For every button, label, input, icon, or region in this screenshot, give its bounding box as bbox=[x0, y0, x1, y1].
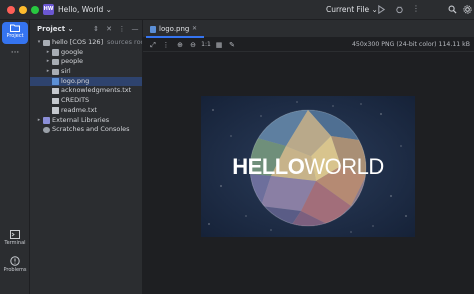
image-info: 450x300 PNG (24-bit color) 114.11 kB bbox=[352, 41, 470, 48]
zoom-in-icon[interactable]: ⊕ bbox=[175, 40, 185, 50]
zoom-window-button[interactable] bbox=[31, 6, 39, 14]
tree-item-label: google bbox=[61, 47, 84, 56]
chevron-right-icon[interactable]: ▸ bbox=[45, 67, 51, 77]
fit-to-window-icon[interactable]: ⤢ bbox=[148, 40, 158, 50]
debug-icon[interactable] bbox=[393, 3, 405, 15]
text-file-icon bbox=[52, 107, 59, 114]
problems-tool-label: Problems bbox=[3, 267, 27, 273]
chevron-down-icon: ⌄ bbox=[105, 5, 112, 14]
tree-item-label: CREDITS bbox=[61, 96, 90, 105]
project-name: Hello, World bbox=[58, 5, 104, 14]
terminal-icon bbox=[10, 230, 20, 239]
tree-item[interactable]: ▾ hello [COS 126]sources root, bbox=[30, 38, 142, 48]
chevron-right-icon[interactable]: ▸ bbox=[45, 48, 51, 58]
color-picker-icon[interactable]: ✎ bbox=[227, 40, 237, 50]
tree-item-label: sirl bbox=[61, 67, 71, 76]
tree-item-label: readme.txt bbox=[61, 105, 97, 114]
terminal-tool-label: Terminal bbox=[4, 240, 26, 246]
hide-panel-icon[interactable]: — bbox=[130, 23, 140, 35]
folder-icon bbox=[10, 24, 20, 32]
library-icon bbox=[43, 117, 50, 124]
image-file-icon bbox=[52, 78, 59, 85]
chevron-down-icon[interactable]: ▾ bbox=[36, 38, 42, 48]
folder-icon bbox=[52, 68, 59, 76]
terminal-tool-button[interactable]: Terminal bbox=[2, 230, 28, 250]
chevron-down-icon: ⌄ bbox=[67, 25, 74, 33]
tree-item-label: people bbox=[61, 57, 84, 66]
project-switcher[interactable]: Hello, World ⌄ bbox=[58, 5, 112, 14]
title-bar: HW Hello, World ⌄ Current File ⌄ ⋮ bbox=[0, 0, 474, 20]
tree-item-label: Scratches and Consoles bbox=[52, 125, 130, 134]
close-tab-icon[interactable]: ✕ bbox=[192, 25, 197, 32]
close-window-button[interactable] bbox=[7, 6, 15, 14]
project-view-selector[interactable]: Project ⌄ bbox=[37, 25, 73, 33]
search-everywhere-icon[interactable] bbox=[446, 3, 458, 15]
tree-item[interactable]: ▸ External Libraries bbox=[30, 115, 142, 126]
tab-label: logo.png bbox=[159, 25, 190, 33]
tree-item[interactable]: Scratches and Consoles bbox=[30, 125, 142, 135]
image-canvas[interactable]: HELLOWORLD bbox=[143, 53, 474, 294]
project-panel-title: Project bbox=[37, 25, 66, 33]
actual-size-button[interactable]: 1:1 bbox=[201, 40, 211, 50]
problems-tool-button[interactable]: Problems bbox=[2, 256, 28, 276]
tree-item[interactable]: logo.png bbox=[30, 76, 142, 87]
text-file-icon bbox=[52, 87, 59, 95]
tree-item-annotation: sources root, bbox=[107, 38, 142, 46]
folder-icon bbox=[43, 39, 50, 46]
chevron-right-icon[interactable]: ▸ bbox=[36, 116, 42, 126]
hello-world-text: HELLOWORLD bbox=[201, 154, 415, 180]
editor-tab-bar: logo.png ✕ bbox=[143, 20, 474, 38]
text-file-icon bbox=[52, 97, 59, 105]
panel-options-icon[interactable]: ⋮ bbox=[117, 23, 127, 35]
tree-item[interactable]: readme.txt bbox=[30, 105, 142, 116]
project-tree: ▾ hello [COS 126]sources root, ▸ google ▸ peo… bbox=[30, 38, 142, 135]
tree-item[interactable]: ▸ people bbox=[30, 57, 142, 67]
tool-window-strip: Project ··· Terminal Problems bbox=[0, 20, 30, 294]
run-icon[interactable] bbox=[375, 3, 387, 15]
more-tool-windows-icon[interactable]: ··· bbox=[2, 49, 28, 60]
more-actions-icon[interactable]: ⋮ bbox=[410, 3, 422, 15]
hello-text: HELLO bbox=[232, 154, 305, 179]
folder-icon bbox=[52, 58, 59, 66]
settings-gear-icon[interactable] bbox=[461, 3, 473, 15]
tree-item-label: acknowledgments.txt bbox=[61, 86, 132, 95]
tree-item[interactable]: CREDITS bbox=[30, 96, 142, 106]
project-panel: Project ⌄ ⇕ ✕ ⋮ — ▾ hello [COS 126] source… bbox=[30, 20, 143, 294]
folder-icon bbox=[52, 49, 59, 56]
tree-item-label: External Libraries bbox=[52, 115, 110, 124]
chevron-right-icon[interactable]: ▸ bbox=[45, 57, 51, 67]
expand-collapse-icon[interactable]: ⇕ bbox=[91, 23, 101, 35]
image-file-icon bbox=[150, 26, 156, 33]
editor-area: logo.png ✕ ⤢ ⋮ ⊕ ⊖ 1:1 ▦ ✎ 450x300 PNG (… bbox=[143, 20, 474, 294]
options-icon[interactable]: ⋮ bbox=[161, 40, 171, 50]
zoom-out-icon[interactable]: ⊖ bbox=[188, 40, 198, 50]
tree-item[interactable]: acknowledgments.txt bbox=[30, 86, 142, 96]
project-badge: HW bbox=[43, 4, 54, 15]
world-text: WORLD bbox=[304, 154, 384, 179]
tree-item[interactable]: ▸ google bbox=[30, 47, 142, 58]
problems-icon bbox=[10, 256, 20, 266]
project-panel-header: Project ⌄ ⇕ ✕ ⋮ — bbox=[30, 20, 142, 38]
tree-item-label: logo.png bbox=[61, 76, 90, 85]
tree-item[interactable]: ▸ sirl bbox=[30, 67, 142, 77]
image-editor-toolbar: ⤢ ⋮ ⊕ ⊖ 1:1 ▦ ✎ 450x300 PNG (24-bit colo… bbox=[143, 38, 474, 52]
close-panel-icon[interactable]: ✕ bbox=[104, 23, 114, 35]
scratches-icon bbox=[43, 126, 50, 134]
minimize-window-button[interactable] bbox=[19, 6, 27, 14]
grid-icon[interactable]: ▦ bbox=[214, 40, 224, 50]
logo-image: HELLOWORLD bbox=[201, 96, 415, 237]
tab-logo-png[interactable]: logo.png ✕ bbox=[146, 21, 204, 38]
run-configuration-selector[interactable]: Current File ⌄ bbox=[326, 5, 378, 14]
run-config-label: Current File bbox=[326, 5, 370, 14]
project-tool-label: Project bbox=[6, 33, 24, 39]
project-tool-button[interactable]: Project bbox=[2, 22, 28, 44]
tree-item-label: hello [COS 126] bbox=[52, 38, 104, 46]
